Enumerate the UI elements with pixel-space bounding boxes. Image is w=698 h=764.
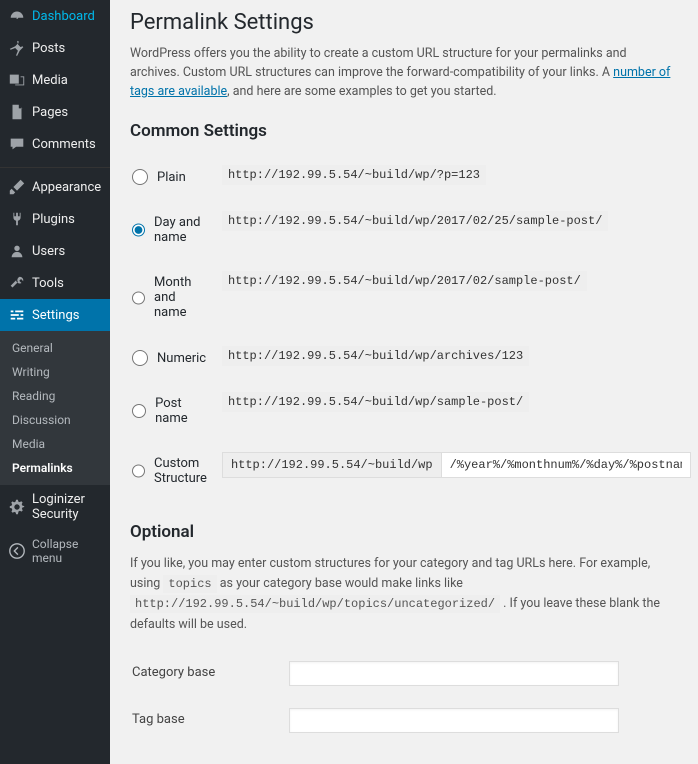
menu-item-loginizer-security[interactable]: Loginizer Security (0, 485, 110, 529)
radio-0[interactable] (132, 169, 148, 185)
media-icon (8, 71, 26, 89)
menu-item-dashboard[interactable]: Dashboard (0, 0, 110, 32)
brush-icon (8, 178, 26, 196)
optional-heading: Optional (130, 522, 678, 542)
plug-icon (8, 210, 26, 228)
example-0: http://192.99.5.54/~build/wp/?p=123 (222, 165, 486, 185)
menu-label: Appearance (32, 180, 101, 195)
tag-base-input[interactable] (289, 708, 619, 733)
custom-prefix: http://192.99.5.54/~build/wp (222, 452, 441, 478)
dashboard-icon (8, 7, 26, 25)
menu-label: Pages (32, 105, 68, 120)
menu-label: Tools (32, 276, 64, 291)
menu-label: Loginizer Security (32, 492, 102, 522)
option-day-and-name[interactable]: Day and name (132, 215, 210, 245)
menu-item-posts[interactable]: Posts (0, 32, 110, 64)
sliders-icon (8, 306, 26, 324)
example-1: http://192.99.5.54/~build/wp/2017/02/25/… (222, 211, 608, 231)
menu-item-settings[interactable]: Settings (0, 299, 110, 331)
menu-label: Comments (32, 137, 96, 152)
menu-label: Media (32, 73, 68, 88)
example-2: http://192.99.5.54/~build/wp/2017/02/sam… (222, 271, 587, 291)
menu-item-plugins[interactable]: Plugins (0, 203, 110, 235)
submenu-permalinks[interactable]: Permalinks (0, 456, 110, 480)
radio-4[interactable] (132, 403, 146, 419)
menu-label: Posts (32, 41, 65, 56)
option-month-and-name[interactable]: Month and name (132, 275, 210, 320)
submenu-reading[interactable]: Reading (0, 384, 110, 408)
submenu-discussion[interactable]: Discussion (0, 408, 110, 432)
radio-2[interactable] (132, 290, 145, 306)
submenu-writing[interactable]: Writing (0, 360, 110, 384)
submenu-general[interactable]: General (0, 336, 110, 360)
custom-structure-input[interactable] (441, 452, 691, 478)
collapse-label: Collapse menu (32, 537, 102, 565)
tag-base-label: Tag base (132, 698, 287, 743)
page-icon (8, 103, 26, 121)
category-base-label: Category base (132, 651, 287, 696)
wrench-icon (8, 274, 26, 292)
menu-item-tools[interactable]: Tools (0, 267, 110, 299)
collapse-menu[interactable]: Collapse menu (0, 529, 110, 573)
radio-1[interactable] (132, 222, 145, 238)
main-content: Permalink Settings WordPress offers you … (110, 0, 698, 764)
user-icon (8, 242, 26, 260)
option-plain[interactable]: Plain (132, 169, 210, 185)
radio-3[interactable] (132, 350, 148, 366)
pin-icon (8, 39, 26, 57)
menu-label: Dashboard (32, 9, 95, 24)
menu-label: Users (32, 244, 65, 259)
page-title: Permalink Settings (130, 10, 678, 35)
category-base-input[interactable] (289, 661, 619, 686)
radio-custom[interactable] (132, 463, 145, 479)
permalink-options-table: Plain http://192.99.5.54/~build/wp/?p=123… (130, 153, 693, 502)
option-custom[interactable]: Custom Structure (132, 456, 210, 486)
menu-label: Settings (32, 308, 79, 323)
menu-item-pages[interactable]: Pages (0, 96, 110, 128)
menu-separator (0, 163, 110, 168)
common-settings-heading: Common Settings (130, 121, 678, 141)
example-3: http://192.99.5.54/~build/wp/archives/12… (222, 346, 529, 366)
admin-sidebar: Dashboard Posts Media Pages Comments Appeara… (0, 0, 110, 764)
menu-item-users[interactable]: Users (0, 235, 110, 267)
gear-icon (8, 498, 26, 516)
optional-description: If you like, you may enter custom struct… (130, 554, 678, 634)
comment-icon (8, 135, 26, 153)
intro-text: WordPress offers you the ability to crea… (130, 45, 678, 101)
option-numeric[interactable]: Numeric (132, 350, 210, 366)
option-post-name[interactable]: Post name (132, 396, 210, 426)
settings-submenu: GeneralWritingReadingDiscussionMediaPerm… (0, 331, 110, 485)
collapse-icon (8, 542, 26, 560)
menu-item-media[interactable]: Media (0, 64, 110, 96)
submenu-media[interactable]: Media (0, 432, 110, 456)
menu-label: Plugins (32, 212, 75, 227)
example-4: http://192.99.5.54/~build/wp/sample-post… (222, 392, 529, 412)
menu-item-appearance[interactable]: Appearance (0, 171, 110, 203)
menu-item-comments[interactable]: Comments (0, 128, 110, 160)
